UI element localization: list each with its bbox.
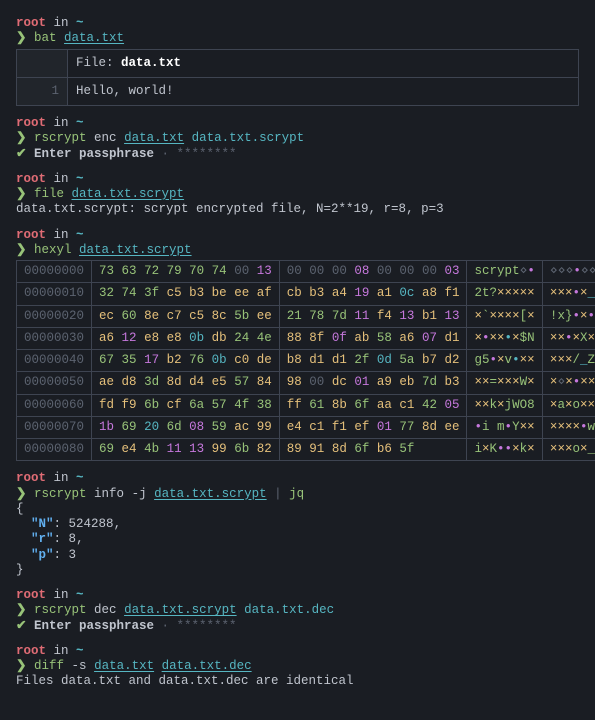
jq-row: "N": 524288,: [16, 517, 579, 532]
arg-file: data.txt: [64, 31, 124, 45]
hex-offset: 00000070: [17, 416, 92, 438]
bat-file-header: File: data.txt: [68, 49, 579, 77]
passphrase-prompt[interactable]: ✔ Enter passphrase · ********: [16, 147, 579, 162]
hex-offset: 00000020: [17, 305, 92, 327]
terminal[interactable]: root in ~ ❯ bat data.txt File: data.txt …: [0, 0, 595, 708]
hex-ascii-right: ××•×X×•×: [542, 327, 595, 349]
hex-bytes-right: 21 78 7d 11 f4 13 b1 13: [279, 305, 467, 327]
hex-bytes-left: ae d8 3d 8d d4 e5 57 84: [92, 372, 280, 394]
command-line[interactable]: ❯ rscrypt dec data.txt.scrypt data.txt.d…: [16, 603, 579, 618]
hex-ascii-right: !x}•×•×•: [542, 305, 595, 327]
bat-line-content: Hello, world!: [68, 77, 579, 105]
diff-output: Files data.txt and data.txt.dec are iden…: [16, 674, 579, 689]
hex-ascii-left: ×•××•×$N: [467, 327, 542, 349]
hex-bytes-left: ec 60 8e c7 c5 8c 5b ee: [92, 305, 280, 327]
hex-ascii-left: 2t?×××××: [467, 283, 542, 305]
hex-offset: 00000050: [17, 372, 92, 394]
command-line[interactable]: ❯ bat data.txt: [16, 31, 579, 46]
hex-ascii-right: ×a×o××B•: [542, 394, 595, 416]
hex-row: 00000060fd f9 6b cf 6a 57 4f 38ff 61 8b …: [17, 394, 595, 416]
prompt-dir: ~: [76, 16, 84, 30]
hex-offset: 00000080: [17, 439, 92, 461]
hex-bytes-right: b8 d1 d1 2f 0d 5a b7 d2: [279, 350, 467, 372]
hex-offset: 00000030: [17, 327, 92, 349]
block-diff: root in ~ ❯ diff -s data.txt data.txt.de…: [16, 644, 579, 690]
prompt-user: root: [16, 16, 46, 30]
jq-open: {: [16, 502, 579, 517]
hex-row: 00000030a6 12 e8 e8 0b db 24 4e88 8f 0f …: [17, 327, 595, 349]
jq-row: "r": 8,: [16, 532, 579, 547]
passphrase-mask: ********: [177, 147, 237, 161]
hex-bytes-right: 89 91 8d 6f b6 5f: [279, 439, 467, 461]
hex-row: 0000001032 74 3f c5 b3 be ee afcb b3 a4 …: [17, 283, 595, 305]
bat-line-number: 1: [17, 77, 68, 105]
block-enc: root in ~ ❯ rscrypt enc data.txt data.tx…: [16, 116, 579, 162]
hex-ascii-right: ⋄⋄⋄•⋄⋄⋄•: [542, 261, 595, 283]
hex-bytes-right: 98 00 dc 01 a9 eb 7d b3: [279, 372, 467, 394]
hex-bytes-left: 32 74 3f c5 b3 be ee af: [92, 283, 280, 305]
hex-ascii-right: ××××•w××: [542, 416, 595, 438]
jq-row: "p": 3: [16, 548, 579, 563]
block-info: root in ~ ❯ rscrypt info -j data.txt.scr…: [16, 471, 579, 578]
hex-offset: 00000000: [17, 261, 92, 283]
hex-ascii-left: ××=×××W×: [467, 372, 542, 394]
hex-bytes-left: 73 63 72 79 70 74 00 13: [92, 261, 280, 283]
hex-bytes-left: 67 35 17 b2 76 0b c0 de: [92, 350, 280, 372]
file-output: data.txt.scrypt: scrypt encrypted file, …: [16, 202, 579, 217]
passphrase-prompt[interactable]: ✔ Enter passphrase · ********: [16, 619, 579, 634]
hex-offset: 00000010: [17, 283, 92, 305]
hex-row: 0000004067 35 17 b2 76 0b c0 deb8 d1 d1 …: [17, 350, 595, 372]
hex-ascii-right: ×××•×_××: [542, 283, 595, 305]
hex-row: 00000050ae d8 3d 8d d4 e5 57 8498 00 dc …: [17, 372, 595, 394]
cmd-bat: bat: [34, 31, 57, 45]
hex-bytes-left: fd f9 6b cf 6a 57 4f 38: [92, 394, 280, 416]
command-line[interactable]: ❯ rscrypt info -j data.txt.scrypt | jq: [16, 487, 579, 502]
hex-bytes-right: ff 61 8b 6f aa c1 42 05: [279, 394, 467, 416]
hex-ascii-left: g5•×v•××: [467, 350, 542, 372]
hex-row: 00000020ec 60 8e c7 c5 8c 5b ee21 78 7d …: [17, 305, 595, 327]
hex-bytes-left: a6 12 e8 e8 0b db 24 4e: [92, 327, 280, 349]
block-file: root in ~ ❯ file data.txt.scrypt data.tx…: [16, 172, 579, 218]
prompt-line: root in ~: [16, 16, 579, 31]
hex-row: 0000000073 63 72 79 70 74 00 1300 00 00 …: [17, 261, 595, 283]
block-dec: root in ~ ❯ rscrypt dec data.txt.scrypt …: [16, 588, 579, 634]
hex-ascii-left: •i m•Y××: [467, 416, 542, 438]
block-bat: root in ~ ❯ bat data.txt File: data.txt …: [16, 16, 579, 106]
hex-bytes-left: 1b 69 20 6d 08 59 ac 99: [92, 416, 280, 438]
command-line[interactable]: ❯ file data.txt.scrypt: [16, 187, 579, 202]
hex-bytes-right: 88 8f 0f ab 58 a6 07 d1: [279, 327, 467, 349]
hex-ascii-left: scrypt⋄•: [467, 261, 542, 283]
prompt-line: root in ~: [16, 116, 579, 131]
hex-offset: 00000040: [17, 350, 92, 372]
hex-bytes-right: 00 00 00 08 00 00 00 03: [279, 261, 467, 283]
hexyl-output: 0000000073 63 72 79 70 74 00 1300 00 00 …: [16, 260, 595, 461]
hex-bytes-right: cb b3 a4 19 a1 0c a8 f1: [279, 283, 467, 305]
hex-row: 0000008069 e4 4b 11 13 99 6b 8289 91 8d …: [17, 439, 595, 461]
hex-bytes-left: 69 e4 4b 11 13 99 6b 82: [92, 439, 280, 461]
bat-output: File: data.txt 1 Hello, world!: [16, 49, 579, 107]
block-hexyl: root in ~ ❯ hexyl data.txt.scrypt 000000…: [16, 228, 579, 462]
bat-gutter-blank: [17, 49, 68, 77]
jq-close: }: [16, 563, 579, 578]
hex-ascii-left: ××k×jWO8: [467, 394, 542, 416]
hex-row: 000000701b 69 20 6d 08 59 ac 99e4 c1 f1 …: [17, 416, 595, 438]
hex-ascii-left: i×K••×k×: [467, 439, 542, 461]
command-line[interactable]: ❯ hexyl data.txt.scrypt: [16, 243, 579, 258]
command-line[interactable]: ❯ rscrypt enc data.txt data.txt.scrypt: [16, 131, 579, 146]
hex-ascii-right: ×⋄×•××}×: [542, 372, 595, 394]
hex-offset: 00000060: [17, 394, 92, 416]
command-line[interactable]: ❯ diff -s data.txt data.txt.dec: [16, 659, 579, 674]
hex-ascii-right: ×××o×_: [542, 439, 595, 461]
hex-ascii-right: ×××/_Z××: [542, 350, 595, 372]
hex-bytes-right: e4 c1 f1 ef 01 77 8d ee: [279, 416, 467, 438]
hex-ascii-left: ×`××××[×: [467, 305, 542, 327]
